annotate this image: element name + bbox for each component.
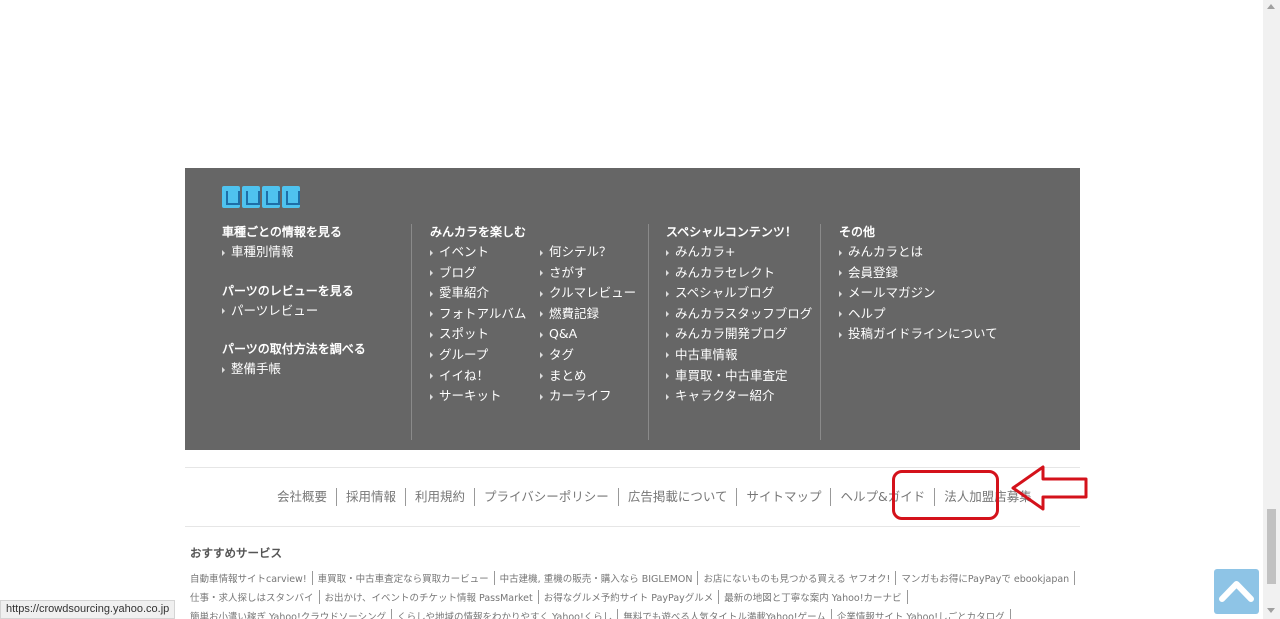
footer-link[interactable]: イベント	[430, 242, 540, 263]
footer-link[interactable]: 整備手帳	[222, 359, 366, 380]
recommend-link[interactable]: 車買取・中古車査定なら買取カービュー	[313, 571, 495, 585]
footer-col-3: スペシャルコンテンツ！ みんカラ+ みんカラセレクト スペシャルブログ みんカラ…	[666, 222, 812, 407]
recommend-link[interactable]: 無料でも遊べる人気タイトル満載Yahoo!ゲーム	[618, 609, 832, 619]
nav-sitemap[interactable]: サイトマップ	[737, 488, 832, 506]
footer-link[interactable]: カーライフ	[540, 386, 636, 407]
footer-link[interactable]: 燃費記録	[540, 304, 636, 325]
footer-heading: パーツの取付方法を調べる	[222, 342, 366, 357]
footer-link[interactable]: メールマガジン	[839, 283, 998, 304]
footer-link[interactable]: ブログ	[430, 263, 540, 284]
footer-link[interactable]: みんカラとは	[839, 242, 998, 263]
vertical-scrollbar[interactable]	[1263, 0, 1280, 619]
footer-link[interactable]: 愛車紹介	[430, 283, 540, 304]
divider	[185, 526, 1080, 527]
footer-heading: スペシャルコンテンツ！	[666, 225, 797, 239]
chevron-up-icon	[1219, 581, 1254, 602]
column-divider	[820, 224, 821, 440]
scroll-to-top-button[interactable]	[1214, 569, 1259, 614]
nav-privacy[interactable]: プライバシーポリシー	[475, 488, 619, 506]
footer-link[interactable]: Q&A	[540, 324, 636, 345]
footer-link[interactable]: スポット	[430, 324, 540, 345]
footer-link[interactable]: パーツレビュー	[222, 301, 366, 322]
footer-link[interactable]: スペシャルブログ	[666, 283, 812, 304]
footer-link[interactable]: みんカラ開発ブログ	[666, 324, 812, 345]
nav-company[interactable]: 会社概要	[268, 488, 338, 506]
footer-link[interactable]: みんカラスタッフブログ	[666, 304, 812, 325]
footer-link[interactable]: イイね！	[430, 366, 540, 387]
footer-link[interactable]: 投稿ガイドラインについて	[839, 324, 998, 345]
recommend-link[interactable]: 自動車情報サイトcarview!	[190, 571, 313, 585]
scroll-up-icon[interactable]	[1267, 4, 1275, 9]
recommend-row: 仕事・求人探しはスタンバイ お出かけ、イベントのチケット情報 PassMarke…	[190, 590, 908, 604]
scroll-down-icon[interactable]	[1267, 608, 1275, 613]
footer-link[interactable]: 何シテル？	[540, 242, 636, 263]
footer-link[interactable]: さがす	[540, 263, 636, 284]
highlight-annotation	[892, 470, 999, 520]
footer-link[interactable]: 会員登録	[839, 263, 998, 284]
footer-col-4: その他 みんカラとは 会員登録 メールマガジン ヘルプ 投稿ガイドラインについて	[839, 222, 998, 345]
recommend-row: 自動車情報サイトcarview! 車買取・中古車査定なら買取カービュー 中古建機…	[190, 571, 1076, 585]
footer-link[interactable]: まとめ	[540, 366, 636, 387]
footer-link[interactable]: サーキット	[430, 386, 540, 407]
footer-link[interactable]: 車種別情報	[222, 242, 366, 263]
footer-link[interactable]: 中古車情報	[666, 345, 812, 366]
scroll-thumb[interactable]	[1267, 509, 1276, 584]
footer-heading: パーツのレビューを見る	[222, 283, 354, 298]
site-footer: 車種ごとの情報を見る 車種別情報 パーツのレビューを見る パーツレビュー パーツ…	[185, 168, 1080, 450]
recommend-link[interactable]: 簡単お小遣い稼ぎ Yahoo!クラウドソーシング	[190, 609, 393, 619]
recommend-link[interactable]: マンガもお得にPayPayで ebookjapan	[896, 571, 1076, 585]
recommend-row: 簡単お小遣い稼ぎ Yahoo!クラウドソーシング くらしや地域の情報をわかりやす…	[190, 609, 1011, 619]
footer-col-2: みんカラを楽しむ イベント ブログ 愛車紹介 フォトアルバム スポット グループ…	[430, 222, 636, 407]
footer-heading: 車種ごとの情報を見る	[222, 225, 342, 239]
footer-link[interactable]: グループ	[430, 345, 540, 366]
footer-link[interactable]: タグ	[540, 345, 636, 366]
footer-link[interactable]: 車買取・中古車査定	[666, 366, 812, 387]
column-divider	[411, 224, 412, 440]
footer-link[interactable]: キャラクター紹介	[666, 386, 812, 407]
footer-heading: みんカラを楽しむ	[430, 225, 527, 239]
footer-link[interactable]: みんカラセレクト	[666, 263, 812, 284]
nav-recruit[interactable]: 採用情報	[337, 488, 407, 506]
recommend-link[interactable]: 最新の地図と丁寧な案内 Yahoo!カーナビ	[719, 590, 908, 604]
footer-heading: その他	[839, 225, 876, 239]
footer-link[interactable]: みんカラ+	[666, 242, 812, 263]
recommend-link[interactable]: お店にないものも見つかる買える ヤフオク!	[698, 571, 897, 585]
footer-col-1: 車種ごとの情報を見る 車種別情報 パーツのレビューを見る パーツレビュー パーツ…	[222, 222, 366, 380]
footer-link[interactable]: クルマレビュー	[540, 283, 636, 304]
column-divider	[648, 224, 649, 440]
recommend-link[interactable]: 中古建機, 重機の販売・購入なら BIGLEMON	[495, 571, 699, 585]
footer-link[interactable]: フォトアルバム	[430, 304, 540, 325]
arrow-left-icon	[1011, 465, 1088, 511]
recommend-link[interactable]: 仕事・求人探しはスタンバイ	[190, 590, 320, 604]
recommend-link[interactable]: 企業情報サイト Yahoo!しごとカタログ	[832, 609, 1011, 619]
minkara-logo[interactable]	[222, 186, 300, 210]
status-bar-url: https://crowdsourcing.yahoo.co.jp	[0, 600, 176, 619]
nav-terms[interactable]: 利用規約	[406, 488, 476, 506]
recommend-link[interactable]: お出かけ、イベントのチケット情報 PassMarket	[320, 590, 539, 604]
recommend-title: おすすめサービス	[190, 546, 282, 560]
divider	[185, 467, 1080, 468]
footer-link[interactable]: ヘルプ	[839, 304, 998, 325]
nav-advertise[interactable]: 広告掲載について	[619, 488, 738, 506]
recommend-link[interactable]: お得なグルメ予約サイト PayPayグルメ	[539, 590, 720, 604]
recommend-link[interactable]: くらしや地域の情報をわかりやすく Yahoo!くらし	[392, 609, 619, 619]
